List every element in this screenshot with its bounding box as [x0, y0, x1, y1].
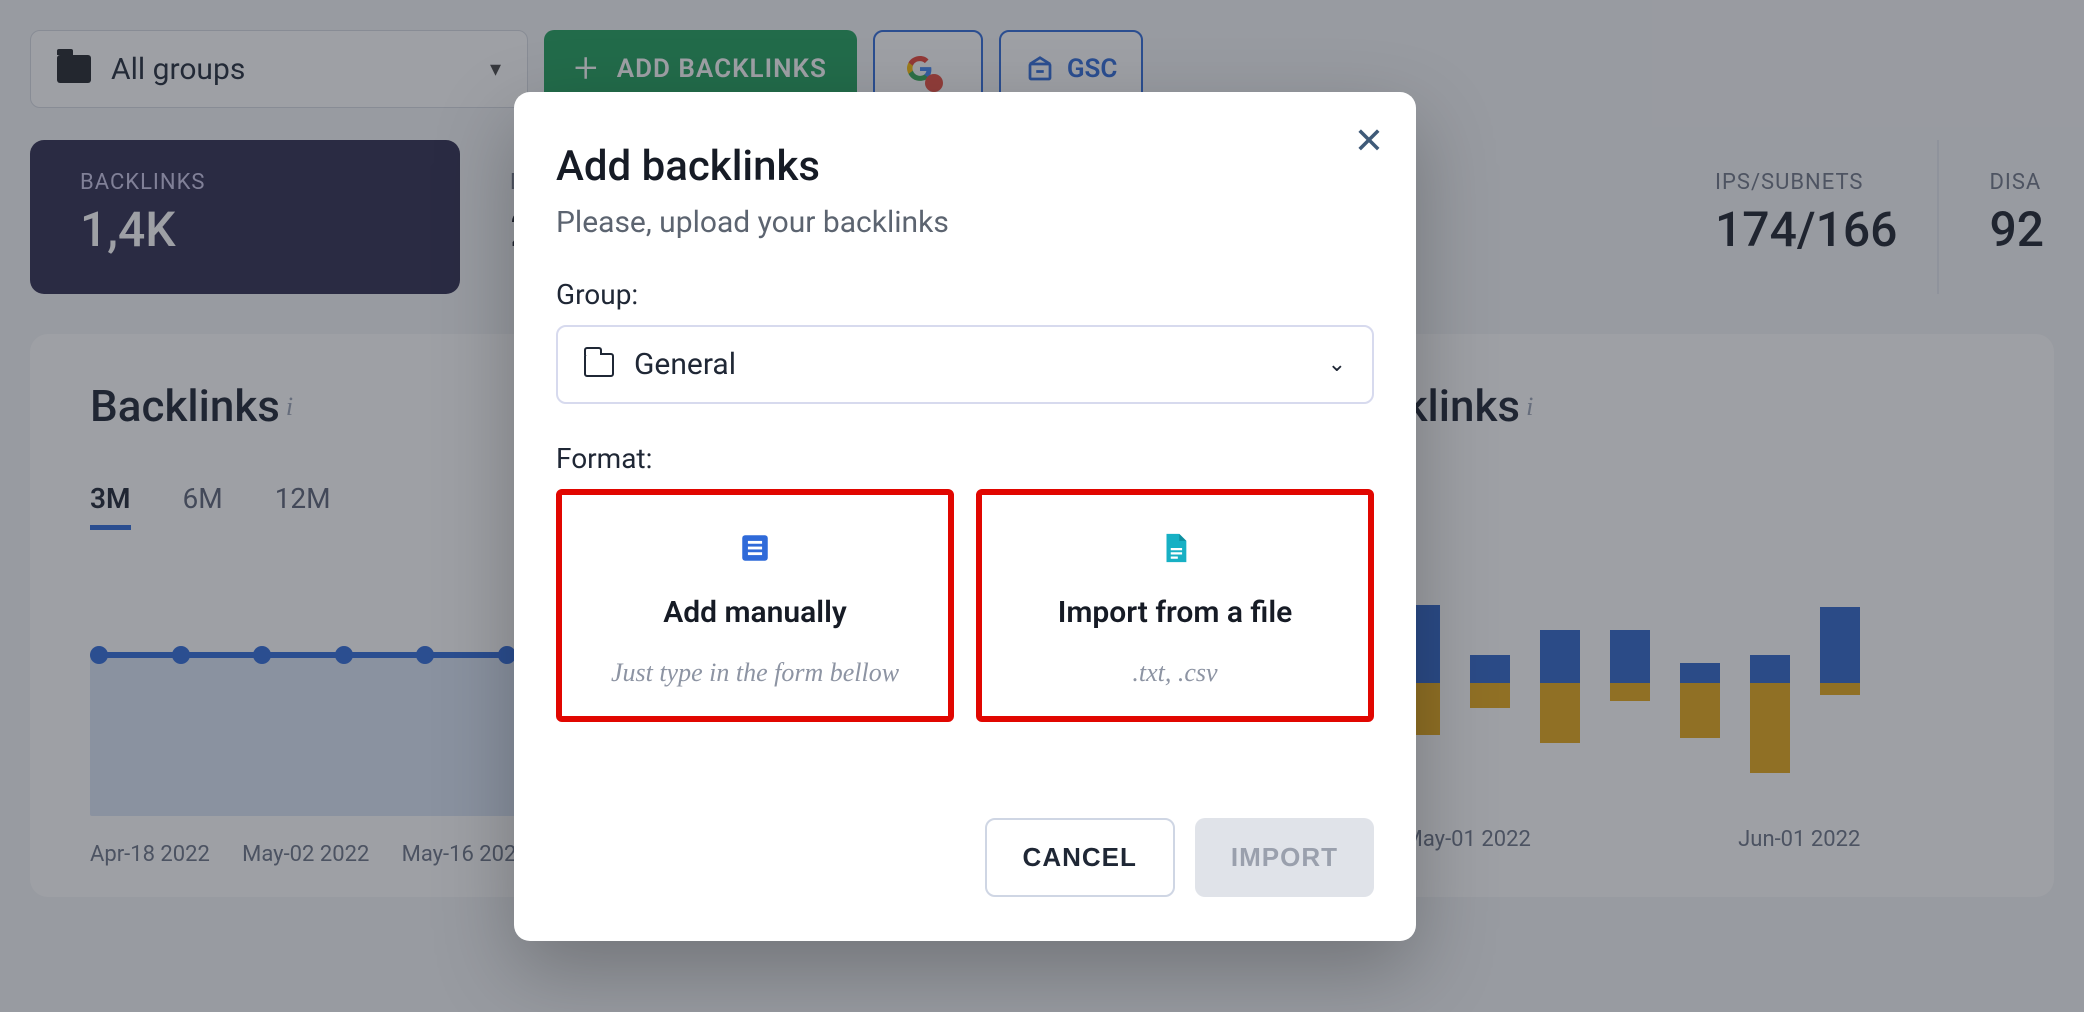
import-button[interactable]: IMPORT [1195, 818, 1374, 897]
format-options: Add manually Just type in the form bello… [556, 489, 1374, 722]
modal-title: Add backlinks [556, 142, 1374, 191]
add-backlinks-modal: ✕ Add backlinks Please, upload your back… [514, 92, 1416, 941]
option-import-file[interactable]: Import from a file .txt, .csv [976, 489, 1374, 722]
chevron-down-icon: ⌄ [1328, 352, 1346, 377]
option-add-manually[interactable]: Add manually Just type in the form bello… [556, 489, 954, 722]
option-desc: Just type in the form bellow [582, 658, 928, 688]
group-select[interactable]: General ⌄ [556, 325, 1374, 404]
file-icon [1158, 531, 1192, 565]
format-field-label: Format: [556, 442, 1374, 475]
modal-actions: CANCEL IMPORT [556, 818, 1374, 897]
option-title: Add manually [582, 595, 928, 630]
modal-subtitle: Please, upload your backlinks [556, 205, 1374, 240]
group-field-label: Group: [556, 278, 1374, 311]
group-select-value: General [634, 347, 736, 382]
page-root: All groups ▾ + ADD BACKLINKS GSC BACKLIN… [0, 0, 2084, 1012]
option-title: Import from a file [1002, 595, 1348, 630]
option-desc: .txt, .csv [1002, 658, 1348, 688]
folder-outline-icon [584, 353, 614, 377]
form-icon [738, 531, 772, 565]
close-icon[interactable]: ✕ [1354, 120, 1384, 162]
cancel-button[interactable]: CANCEL [985, 818, 1175, 897]
